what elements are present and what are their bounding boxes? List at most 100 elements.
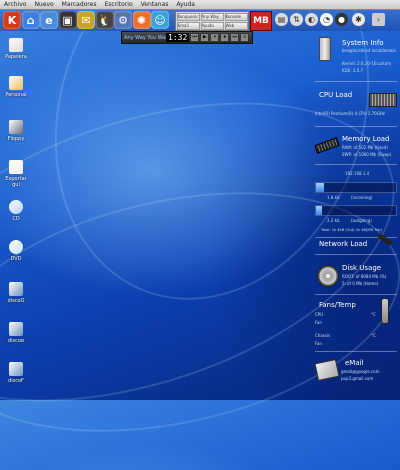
desktop-icon[interactable]: Exportar gui (2, 160, 30, 188)
menu-ventanas[interactable]: Ventanas (137, 0, 173, 9)
fan-chassis-value: °C (371, 333, 376, 338)
task-button[interactable]: Kmail (176, 21, 200, 30)
fans-temp-title: Fans/Temp (319, 301, 356, 309)
sysinfo-panel: System Info bro@localhost localdomain Ke… (311, 31, 400, 400)
desktop-icon-label: discoO (7, 298, 25, 304)
memory-swap: SWP: of 1000 Mb (Swap) (342, 152, 392, 157)
desktop-icon-label: Personal (5, 92, 27, 98)
net-in-fill (316, 183, 324, 192)
globe-icon[interactable]: ● (335, 13, 348, 26)
cpu-load-title: CPU Load (319, 91, 353, 99)
divider (315, 81, 397, 82)
desktop-icon[interactable]: discoF (2, 362, 30, 384)
divider (315, 351, 397, 352)
close-button[interactable]: x (240, 33, 250, 42)
taskbar: Konqueror Any Way Konsole Kmail Ayuda We… (175, 11, 249, 31)
desktop-icon-label: CD (12, 216, 20, 222)
task-button[interactable]: Web (224, 21, 248, 30)
tux-icon[interactable]: 🐧 (95, 11, 114, 29)
memory-ram: RAM: of 502 Mb (Used) (342, 145, 388, 150)
desktop-icon-label: Papelera (5, 54, 27, 60)
thermometer-icon (381, 298, 389, 324)
task-button[interactable]: Konqueror (176, 12, 200, 21)
menu-archivo[interactable]: Archivo (0, 0, 30, 9)
net-down-value: 1.8 kb (327, 195, 340, 200)
email-address: gmail@google.com (341, 369, 380, 374)
track-time: 1:32 (166, 33, 190, 42)
home-folder-icon (9, 76, 23, 90)
memory-load-title: Memory Load (342, 135, 390, 143)
net-down-label: (incoming) (351, 195, 373, 200)
disk-usage-title: Disk Usage (342, 264, 382, 272)
fan2-label: Fan (315, 341, 322, 346)
divider (315, 126, 397, 127)
desktop-icon[interactable]: DVD (2, 240, 30, 262)
computer-tower-icon (319, 37, 331, 61)
trash-icon (9, 38, 23, 52)
network-cable-icon (377, 232, 393, 247)
desktop-icon[interactable]: CD (2, 200, 30, 222)
panel-arrow-icon[interactable]: › (372, 13, 385, 26)
media-player: Any Way You Wan 1:32 ⏮ ▶ ⏸ ⏹ ⏭ x (121, 31, 253, 44)
track-title: Any Way You Wan (124, 34, 166, 41)
divider (315, 254, 397, 255)
network-icon[interactable]: ⇅ (290, 13, 303, 26)
clipboard-icon[interactable]: ▤ (275, 13, 288, 26)
net-total: Total: 1k 4kB (Out) 2k 4B(MB 7kb) (321, 228, 383, 232)
task-button[interactable]: Konsole (224, 12, 248, 21)
email-server: pop3.gmail.com (341, 376, 374, 381)
network-load-title: Network Load (319, 240, 368, 248)
desktop-icon[interactable]: discoO (2, 282, 30, 304)
system-info-title: System Info (342, 39, 384, 47)
volume-icon[interactable]: ◐ (305, 13, 318, 26)
floppy-icon (9, 120, 23, 134)
desktop-icon-label: DVD (10, 256, 22, 262)
document-icon (9, 160, 23, 174)
konqueror-icon[interactable]: e (40, 11, 58, 29)
desktop-icon[interactable]: Personal (2, 76, 30, 98)
cpu-model: Intel(R) Pentium(R) 4 CPU 1.70GHz (315, 111, 385, 116)
email-title: eMail (345, 359, 364, 367)
task-button[interactable]: Ayuda (200, 21, 224, 30)
k-icon[interactable]: K (3, 11, 21, 29)
firefox-icon[interactable]: ✺ (132, 11, 151, 29)
mail-icon[interactable]: ✉ (77, 11, 95, 29)
menu-nuevo[interactable]: Nuevo (30, 0, 57, 9)
desktop-icon-label: Exportar gui (5, 176, 27, 188)
stop-button[interactable]: ⏹ (220, 33, 230, 42)
tray-label: MB (253, 16, 269, 26)
cpu-chip-icon (369, 93, 397, 107)
kicker-panel: K ⌂ e ▣ ✉ 🐧 ⚙ ✺ ☺ Konqueror Any Way Konsole Kmai… (0, 9, 400, 31)
desktop-icon-label: discoF (8, 378, 24, 384)
home-icon[interactable]: ⌂ (21, 11, 40, 29)
chat-icon[interactable]: ☺ (151, 11, 169, 29)
desktop-icon-label: discoe (7, 338, 25, 344)
fan-label: Fan (315, 320, 322, 325)
kde-icon[interactable]: ✱ (352, 13, 365, 26)
task-button[interactable]: Any Way (200, 12, 224, 21)
prev-button[interactable]: ⏮ (190, 33, 200, 42)
desktop-icon[interactable]: Floppy (2, 120, 30, 142)
menu-marcadores[interactable]: Marcadores (58, 0, 101, 9)
hard-disk-icon (317, 265, 339, 287)
clock-icon[interactable]: ◔ (320, 13, 333, 26)
settings-icon[interactable]: ⚙ (114, 11, 132, 29)
menu-ayuda[interactable]: Ayuda (172, 0, 199, 9)
kde-version: KDE: 3.5.7 (342, 68, 364, 73)
pause-button[interactable]: ⏸ (210, 33, 220, 42)
disk-root: ROOT: of 8084 Mb (%) (342, 274, 387, 279)
memory-stick-icon (314, 137, 340, 154)
menubar: Archivo Nuevo Marcadores Escritorio Vent… (0, 0, 400, 10)
play-button[interactable]: ▶ (200, 33, 210, 42)
fan-cpu-label: CPU (315, 312, 324, 317)
menu-escritorio[interactable]: Escritorio (100, 0, 136, 9)
next-button[interactable]: ⏭ (230, 33, 240, 42)
system-host: bro@localhost localdomain (342, 48, 397, 53)
divider (315, 164, 397, 165)
memory-tray-icon[interactable]: MB (250, 11, 272, 31)
cd-icon (9, 200, 23, 214)
terminal-icon[interactable]: ▣ (58, 11, 77, 29)
desktop-icon[interactable]: Papelera (2, 38, 30, 60)
desktop-icon[interactable]: discoe (2, 322, 30, 344)
disk-home: 5: of 0 Mb (Home) (342, 281, 379, 286)
